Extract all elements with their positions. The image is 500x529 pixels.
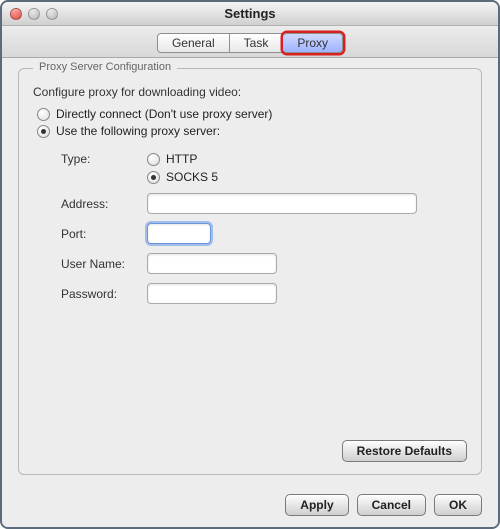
address-input[interactable] <box>147 193 417 214</box>
radio-icon <box>147 171 160 184</box>
tab-task[interactable]: Task <box>230 33 284 53</box>
proxy-groupbox: Proxy Server Configuration Configure pro… <box>18 68 482 475</box>
type-http-radio[interactable]: HTTP <box>147 152 218 166</box>
type-row: Type: HTTP SOCKS 5 <box>61 152 461 184</box>
content-area: Proxy Server Configuration Configure pro… <box>2 58 498 483</box>
mode-use-label: Use the following proxy server: <box>56 124 220 138</box>
proxy-form: Type: HTTP SOCKS 5 Address: <box>61 152 461 304</box>
username-label: User Name: <box>61 257 147 271</box>
address-row: Address: <box>61 193 461 214</box>
tab-general[interactable]: General <box>157 33 230 53</box>
cancel-button[interactable]: Cancel <box>357 494 426 516</box>
tabset: General Task Proxy <box>157 33 343 53</box>
address-label: Address: <box>61 197 147 211</box>
mode-direct-label: Directly connect (Don't use proxy server… <box>56 107 272 121</box>
tabbar: General Task Proxy <box>2 26 498 58</box>
type-socks5-radio[interactable]: SOCKS 5 <box>147 170 218 184</box>
type-options: HTTP SOCKS 5 <box>147 152 218 184</box>
settings-window: Settings General Task Proxy Proxy Server… <box>0 0 500 529</box>
password-label: Password: <box>61 287 147 301</box>
type-http-label: HTTP <box>166 152 197 166</box>
restore-defaults-button[interactable]: Restore Defaults <box>342 440 467 462</box>
window-controls <box>10 8 58 20</box>
radio-icon <box>37 125 50 138</box>
group-title: Proxy Server Configuration <box>33 61 177 73</box>
type-socks5-label: SOCKS 5 <box>166 170 218 184</box>
proxy-description: Configure proxy for downloading video: <box>33 85 467 99</box>
apply-button[interactable]: Apply <box>285 494 348 516</box>
password-input[interactable] <box>147 283 277 304</box>
ok-button[interactable]: OK <box>434 494 482 516</box>
minimize-icon[interactable] <box>28 8 40 20</box>
zoom-icon[interactable] <box>46 8 58 20</box>
tab-proxy[interactable]: Proxy <box>283 33 343 53</box>
mode-direct-radio[interactable]: Directly connect (Don't use proxy server… <box>37 107 467 121</box>
port-label: Port: <box>61 227 147 241</box>
radio-icon <box>37 108 50 121</box>
radio-icon <box>147 153 160 166</box>
group-footer: Restore Defaults <box>342 440 467 462</box>
port-row: Port: <box>61 223 461 244</box>
port-input[interactable] <box>147 223 211 244</box>
mode-use-radio[interactable]: Use the following proxy server: <box>37 124 467 138</box>
username-input[interactable] <box>147 253 277 274</box>
dialog-footer: Apply Cancel OK <box>2 483 498 527</box>
username-row: User Name: <box>61 253 461 274</box>
type-label: Type: <box>61 152 147 166</box>
password-row: Password: <box>61 283 461 304</box>
titlebar: Settings <box>2 2 498 26</box>
close-icon[interactable] <box>10 8 22 20</box>
window-title: Settings <box>2 6 498 21</box>
